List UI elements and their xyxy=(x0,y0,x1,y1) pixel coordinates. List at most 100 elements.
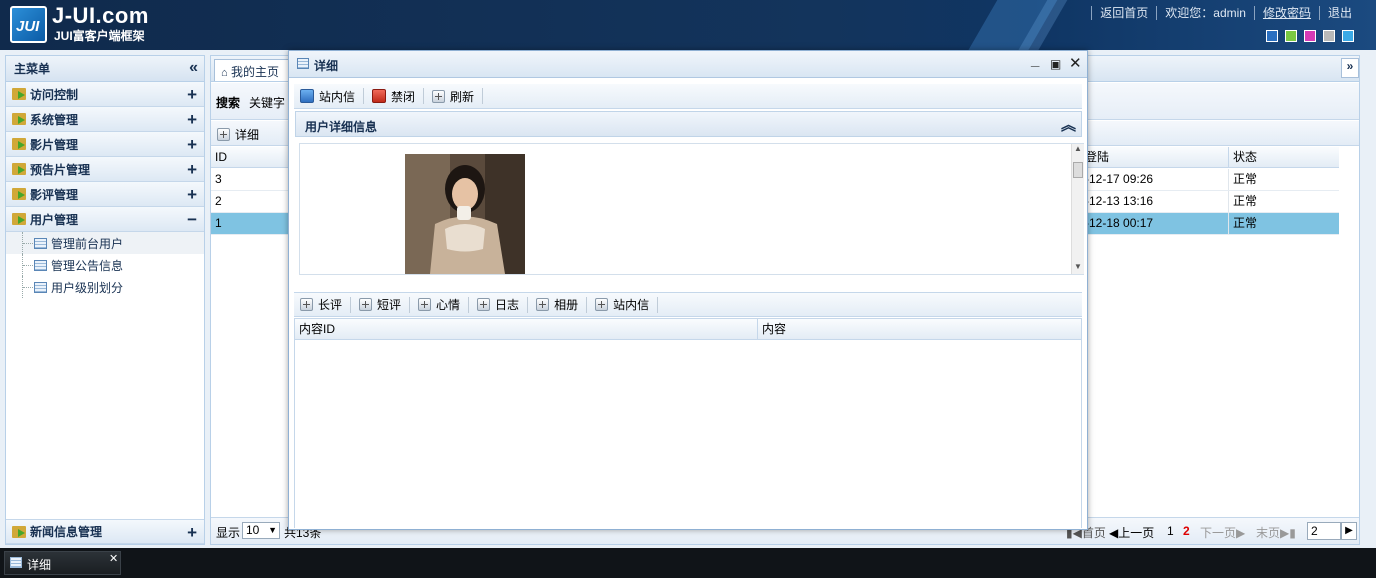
taskbar-item-label: 详细 xyxy=(27,558,52,572)
column-status: 状态 xyxy=(1228,147,1257,168)
tab-short-review[interactable]: 短评 xyxy=(359,296,401,313)
expand-icon[interactable]: + xyxy=(187,160,197,180)
page-link-1[interactable]: 1 xyxy=(1167,524,1174,538)
column-content: 内容 xyxy=(757,319,786,339)
cell-id: 2 xyxy=(215,194,222,208)
logo-text: J-UI.com xyxy=(52,3,149,28)
expand-icon[interactable]: + xyxy=(187,185,197,205)
column-content-id: 内容ID xyxy=(299,322,336,336)
tab-home[interactable]: ⌂ 我的主页 xyxy=(214,59,290,81)
expand-icon[interactable]: + xyxy=(187,85,197,105)
expand-icon[interactable]: + xyxy=(187,110,197,130)
prev-icon: ◀ xyxy=(1109,526,1119,540)
home-icon: ⌂ xyxy=(221,67,228,79)
taskbar xyxy=(0,548,1376,578)
menu-group-access-control[interactable]: 访问控制 + xyxy=(6,82,204,107)
collapse-sidebar-icon[interactable]: « xyxy=(189,59,198,77)
last-page-icon: ▶▮ xyxy=(1280,526,1296,540)
theme-swatch-azure[interactable] xyxy=(1342,30,1354,42)
menu-group-system[interactable]: 系统管理 + xyxy=(6,107,204,132)
taskbar-item-detail[interactable]: 详细 ✕ xyxy=(4,551,121,575)
menu-group-trailers[interactable]: 预告片管理 + xyxy=(6,157,204,182)
refresh-button[interactable]: 刷新 xyxy=(432,88,474,105)
menu-group-news[interactable]: 新闻信息管理 + xyxy=(6,519,204,544)
theme-swatch-silver[interactable] xyxy=(1323,30,1335,42)
welcome-text: 欢迎您：admin xyxy=(1156,6,1254,20)
minimize-icon[interactable]: _ xyxy=(1031,52,1039,69)
tab-messages[interactable]: 站内信 xyxy=(595,296,649,313)
close-icon[interactable]: ✕ xyxy=(109,552,118,565)
dialog-toolbar: 站内信 禁闭 刷新 xyxy=(294,84,1082,109)
collapse-panel-icon[interactable]: ︽ xyxy=(1061,114,1076,135)
user-avatar-photo xyxy=(405,154,525,274)
expand-icon[interactable]: + xyxy=(187,135,197,155)
cell-last-login: -12-18 00:17 xyxy=(1085,216,1154,230)
add-icon xyxy=(536,298,550,311)
goto-page-button[interactable]: ▶ xyxy=(1341,522,1357,540)
tab-long-review[interactable]: 长评 xyxy=(300,296,342,313)
chevron-down-icon: ▼ xyxy=(268,525,277,535)
theme-swatch-blue[interactable] xyxy=(1266,30,1278,42)
sidebar-title: 主菜单 « xyxy=(6,56,204,82)
content-grid-body xyxy=(294,340,1082,528)
menu-group-movies[interactable]: 影片管理 + xyxy=(6,132,204,157)
tab-diary[interactable]: 日志 xyxy=(477,296,519,313)
menu-group-users[interactable]: 用户管理 − xyxy=(6,207,204,232)
folder-arrow-icon xyxy=(12,88,26,100)
next-page-link[interactable]: 下一页▶ xyxy=(1200,524,1245,541)
add-icon xyxy=(477,298,491,311)
add-icon xyxy=(217,128,230,141)
search-label: 搜索 xyxy=(216,96,241,110)
close-icon[interactable]: ✕ xyxy=(1069,54,1082,72)
add-icon xyxy=(300,298,313,311)
cell-id: 3 xyxy=(215,172,222,186)
maximize-icon[interactable]: ▣ xyxy=(1050,57,1061,71)
cell-last-login: -12-17 09:26 xyxy=(1085,172,1154,186)
page-size-select[interactable]: 10 ▼ xyxy=(242,522,280,539)
show-label: 显示 xyxy=(216,526,241,540)
nav-home-link[interactable]: 返回首页 xyxy=(1091,6,1156,20)
grid-icon xyxy=(34,281,47,293)
folder-arrow-icon xyxy=(12,163,26,175)
prev-page-link[interactable]: ◀上一页 xyxy=(1109,524,1154,541)
tab-list-dropdown[interactable]: » xyxy=(1341,58,1359,78)
add-icon xyxy=(418,298,432,311)
panel-scrollbar[interactable]: ▲ ▼ xyxy=(1071,144,1084,274)
change-password-link[interactable]: 修改密码 xyxy=(1253,6,1319,20)
ban-icon xyxy=(372,89,387,103)
edit-icon xyxy=(300,89,314,103)
logo-icon: JUI xyxy=(10,6,47,43)
collapse-icon[interactable]: − xyxy=(187,210,197,230)
next-icon: ▶ xyxy=(1236,526,1246,540)
folder-arrow-icon xyxy=(12,213,26,225)
message-button[interactable]: 站内信 xyxy=(300,88,355,105)
cell-status: 正常 xyxy=(1228,213,1257,234)
tree-item-announcements[interactable]: 管理公告信息 xyxy=(6,254,204,276)
tree-item-user-levels[interactable]: 用户级别划分 xyxy=(6,276,204,298)
tab-album[interactable]: 相册 xyxy=(536,296,578,313)
folder-arrow-icon xyxy=(12,113,26,125)
page-link-2-current[interactable]: 2 xyxy=(1183,524,1190,538)
tab-mood[interactable]: 心情 xyxy=(418,296,460,313)
folder-arrow-icon xyxy=(12,138,26,150)
ban-button[interactable]: 禁闭 xyxy=(372,88,415,105)
goto-page-input[interactable]: 2 xyxy=(1307,522,1341,540)
cell-status: 正常 xyxy=(1228,191,1257,212)
logout-link[interactable]: 退出 xyxy=(1318,6,1360,20)
expand-icon[interactable]: + xyxy=(187,523,197,543)
tree-item-frontend-users[interactable]: 管理前台用户 xyxy=(6,232,204,254)
user-detail-panel-header: 用户详细信息 ︽ xyxy=(295,111,1082,137)
theme-swatch-green[interactable] xyxy=(1285,30,1297,42)
grid-icon xyxy=(10,557,22,568)
last-page-link[interactable]: 末页▶▮ xyxy=(1256,524,1296,541)
grid-icon xyxy=(297,58,309,69)
grid-icon xyxy=(34,259,47,271)
detail-button[interactable]: 详细 xyxy=(217,126,259,143)
sidebar: 主菜单 « 访问控制 + 系统管理 + 影片管理 + 预告片管理 + 影评管理 + 用户管… xyxy=(5,55,205,545)
dialog-titlebar[interactable]: 详细 _ ▣ ✕ xyxy=(289,51,1087,78)
content-tabs-toolbar: 长评 短评 心情 日志 相册 站内信 xyxy=(294,292,1082,317)
theme-swatch-purple[interactable] xyxy=(1304,30,1316,42)
menu-group-reviews[interactable]: 影评管理 + xyxy=(6,182,204,207)
column-id: ID xyxy=(215,150,227,164)
theme-switcher xyxy=(1266,30,1354,42)
